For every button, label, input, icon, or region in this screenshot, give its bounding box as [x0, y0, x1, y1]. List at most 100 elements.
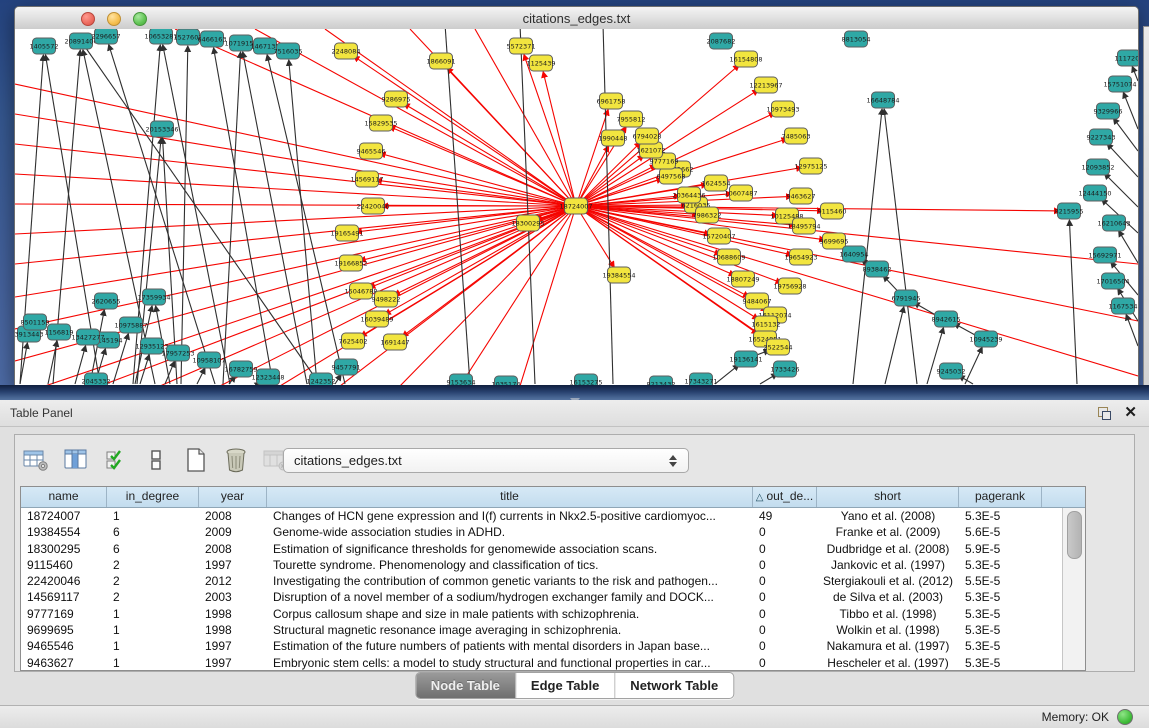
network-node[interactable]: 8813054 [842, 31, 871, 47]
table-row[interactable]: 969969511998Structural magnetic resonanc… [21, 622, 1063, 638]
table-cell[interactable]: 2003 [199, 589, 267, 605]
network-node[interactable]: 16039489 [360, 311, 393, 327]
network-node[interactable]: 19136141 [729, 351, 762, 367]
network-node[interactable]: 13427277 [71, 329, 104, 345]
table-row[interactable]: 2242004622012Investigating the contribut… [21, 573, 1063, 589]
network-node[interactable]: 8938462 [863, 261, 892, 277]
network-node[interactable]: 2522544 [764, 339, 793, 355]
table-selector-dropdown[interactable]: citations_edges.txt [283, 448, 689, 473]
table-cell[interactable]: Dudbridge et al. (2008) [817, 541, 959, 557]
close-panel-icon[interactable]: ✕ [1124, 404, 1137, 422]
network-node[interactable]: 16648784 [866, 92, 899, 108]
network-node[interactable]: 20364436 [672, 187, 705, 203]
column-checkmarks-button[interactable] [101, 445, 131, 475]
table-cell[interactable]: 1998 [199, 622, 267, 638]
table-cell[interactable]: 5.9E-5 [959, 541, 1042, 557]
table-cell[interactable]: 1 [107, 606, 199, 622]
table-cell[interactable]: 2 [107, 557, 199, 573]
network-node[interactable]: 8215955 [1055, 203, 1084, 219]
network-node[interactable]: 15829535 [364, 115, 397, 131]
network-node[interactable]: 19165491 [330, 225, 363, 241]
table-cell[interactable]: Hescheler et al. (1997) [817, 655, 959, 671]
table-row[interactable]: 977716911998Corpus callosum shape and si… [21, 606, 1063, 622]
network-edge-red[interactable] [475, 29, 576, 206]
split-pane-divider[interactable] [0, 385, 1149, 400]
table-cell[interactable]: Tourette syndrome. Phenomenology and cla… [267, 557, 753, 573]
network-node[interactable]: 19654923 [784, 249, 817, 265]
table-cell[interactable]: Changes of HCN gene expression and I(f) … [267, 508, 753, 524]
network-edge-black[interactable] [197, 368, 205, 384]
network-node[interactable]: 19756928 [773, 278, 806, 294]
table-cell[interactable]: Stergiakouli et al. (2012) [817, 573, 959, 589]
network-node[interactable]: 1167534 [1109, 298, 1138, 314]
table-cell[interactable]: 19384554 [21, 524, 107, 540]
table-cell[interactable]: 1 [107, 655, 199, 671]
table-cell[interactable]: 1 [107, 508, 199, 524]
table-cell[interactable]: 5.6E-5 [959, 524, 1042, 540]
column-header-year[interactable]: year [199, 487, 267, 507]
network-node[interactable]: 1691447 [381, 334, 410, 350]
network-node[interactable]: 15692971 [1088, 247, 1121, 263]
table-cell[interactable]: Estimation of the future numbers of pati… [267, 638, 753, 654]
network-edge-black[interactable] [715, 365, 739, 384]
table-cell[interactable]: 1997 [199, 655, 267, 671]
network-node[interactable]: 12093852 [1081, 159, 1114, 175]
column-header-in_degree[interactable]: in_degree [107, 487, 199, 507]
table-cell[interactable]: Jankovic et al. (1997) [817, 557, 959, 573]
table-cell[interactable]: 0 [753, 622, 817, 638]
network-node[interactable]: 10688609 [712, 249, 745, 265]
table-cell[interactable]: Franke et al. (2009) [817, 524, 959, 540]
column-header-title[interactable]: title [267, 487, 753, 507]
table-cell[interactable]: Disruption of a novel member of a sodium… [267, 589, 753, 605]
network-node[interactable]: 18300295 [511, 215, 544, 231]
network-edge-red[interactable] [15, 206, 576, 329]
network-node[interactable]: 1640954 [840, 246, 869, 262]
table-cell[interactable]: 9115460 [21, 557, 107, 573]
table-cell[interactable]: 5.3E-5 [959, 638, 1042, 654]
column-header-name[interactable]: name [21, 487, 107, 507]
window-titlebar[interactable]: citations_edges.txt [15, 7, 1138, 30]
network-node[interactable]: 9286975 [382, 91, 411, 107]
network-node[interactable]: 8942615 [932, 311, 961, 327]
network-node[interactable]: 5572371 [507, 38, 536, 54]
table-row[interactable]: 1938455462009Genome-wide association stu… [21, 524, 1063, 540]
network-node[interactable]: 7955812 [617, 111, 646, 127]
table-cell[interactable]: 0 [753, 524, 817, 540]
table-cell[interactable]: 2 [107, 589, 199, 605]
table-cell[interactable]: 18300295 [21, 541, 107, 557]
table-cell[interactable]: 0 [753, 573, 817, 589]
network-node[interactable]: 16210643 [1097, 215, 1130, 231]
network-node[interactable]: 2248084 [332, 43, 361, 59]
network-node[interactable]: 22420046 [356, 198, 389, 214]
table-cell[interactable]: 2009 [199, 524, 267, 540]
table-cell[interactable]: 0 [753, 589, 817, 605]
table-cell[interactable]: 2008 [199, 541, 267, 557]
table-cell[interactable]: 0 [753, 557, 817, 573]
network-node[interactable]: 9329966 [1094, 103, 1123, 119]
table-cell[interactable]: 5.3E-5 [959, 655, 1042, 671]
network-edge-red[interactable] [447, 68, 576, 206]
network-node[interactable]: 14569117 [350, 171, 383, 187]
network-node[interactable]: 16154808 [729, 51, 762, 67]
network-node[interactable]: 9498222 [372, 291, 401, 307]
network-edge-black[interactable] [1069, 220, 1077, 384]
network-node[interactable]: 9115460 [818, 203, 847, 219]
table-cell[interactable]: 9699695 [21, 622, 107, 638]
network-node[interactable]: 15720407 [702, 228, 735, 244]
table-cell[interactable]: 5.3E-5 [959, 589, 1042, 605]
network-node[interactable]: 17016504 [1096, 273, 1129, 289]
table-cell[interactable]: 18724007 [21, 508, 107, 524]
network-node[interactable]: 15751074 [1103, 76, 1136, 92]
table-cell[interactable]: 9463627 [21, 655, 107, 671]
table-settings-button[interactable] [21, 445, 51, 475]
table-cell[interactable]: 14569117 [21, 589, 107, 605]
network-edge-black[interactable] [965, 347, 982, 384]
network-node[interactable]: 7485063 [782, 128, 811, 144]
network-node[interactable]: 7516035 [274, 43, 303, 59]
memory-status-indicator[interactable] [1117, 709, 1133, 725]
table-cell[interactable]: 5.3E-5 [959, 508, 1042, 524]
table-cell[interactable]: 9777169 [21, 606, 107, 622]
table-row[interactable]: 946554611997Estimation of the future num… [21, 638, 1063, 654]
network-edge-black[interactable] [1113, 118, 1138, 151]
table-cell[interactable]: 1997 [199, 638, 267, 654]
